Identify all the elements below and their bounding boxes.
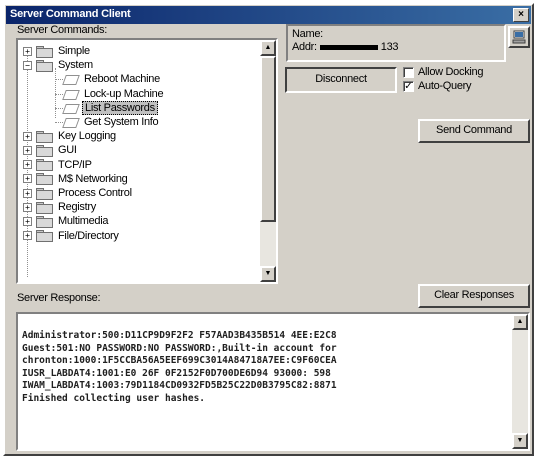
tree-item-label: Get System Info <box>84 116 159 128</box>
tree-folder-row[interactable]: + M$ Networking <box>23 172 129 186</box>
server-addr-label: Addr: <box>292 41 317 53</box>
server-address: Addr: 133 <box>292 41 399 53</box>
command-tree[interactable]: + Simple − System Reboot Machine Lock-up Mach… <box>16 38 278 284</box>
response-line: IUSR_LABDAT4:1001:E0 26F 0F2152F0D700DE6… <box>22 367 331 379</box>
folder-icon <box>36 201 53 214</box>
response-line: Guest:501:NO PASSWORD:NO PASSWORD:,Built… <box>22 342 337 354</box>
expand-icon[interactable]: + <box>23 202 32 212</box>
allow-docking-checkbox[interactable] <box>403 67 414 78</box>
command-icon <box>64 74 78 84</box>
tree-item-label: System <box>58 59 93 72</box>
expand-icon[interactable]: + <box>23 216 32 226</box>
tree-item-label: Reboot Machine <box>84 73 160 86</box>
expand-icon[interactable]: + <box>23 46 32 56</box>
folder-icon <box>36 59 53 72</box>
tree-command-row[interactable]: Lock-up Machine <box>55 87 165 101</box>
response-line: Administrator:500:D11CP9D9F2F2 F57AAD3B4… <box>22 330 337 341</box>
tree-item-label: M$ Networking <box>58 172 128 185</box>
server-response-box[interactable]: Administrator:500:D11CP9D9F2F2 F57AAD3B4… <box>16 312 530 451</box>
tree-connector <box>55 107 63 109</box>
expand-icon[interactable]: + <box>23 174 32 184</box>
folder-icon <box>36 187 53 200</box>
tree-command-row[interactable]: List Passwords <box>55 100 158 115</box>
scroll-up-button[interactable]: ▲ <box>260 40 276 56</box>
expand-icon[interactable]: + <box>23 145 32 155</box>
window-title: Server Command Client <box>10 8 131 20</box>
expand-icon[interactable]: + <box>23 231 32 241</box>
tree-folder-row[interactable]: + Simple <box>23 44 92 58</box>
redacted-block <box>319 44 378 50</box>
tree-folder-row[interactable]: + Key Logging <box>23 129 118 143</box>
server-name-label: Name: <box>292 28 323 40</box>
tree-item-label: GUI <box>58 144 77 157</box>
tree-folder-row[interactable]: + Process Control <box>23 186 134 200</box>
tree-folder-row[interactable]: − System <box>23 58 95 72</box>
tree-item-label: TCP/IP <box>58 158 92 171</box>
scroll-thumb[interactable] <box>260 56 276 222</box>
command-icon <box>64 117 78 127</box>
folder-icon <box>36 45 53 58</box>
response-line: chronton:1000:1F5CCBA56A5EEF699C3014A847… <box>22 355 337 366</box>
server-addr-suffix: 133 <box>380 41 399 53</box>
folder-icon <box>36 215 53 228</box>
response-scrollbar[interactable]: ▲ ▼ <box>512 314 528 449</box>
tree-item-label: Key Logging <box>58 130 116 143</box>
response-text: Administrator:500:D11CP9D9F2F2 F57AAD3B4… <box>22 330 508 405</box>
tree-folder-row[interactable]: + TCP/IP <box>23 158 94 172</box>
send-command-button[interactable]: Send Command <box>418 119 530 143</box>
response-line: IWAM_LABDAT4:1003:79D1184CD0932FD5B25C22… <box>22 380 337 391</box>
expand-icon[interactable]: + <box>23 160 32 170</box>
folder-icon <box>36 159 53 172</box>
tree-item-label: Registry <box>58 201 96 214</box>
tree-item-label: List Passwords <box>82 100 158 115</box>
scroll-up-button[interactable]: ▲ <box>512 314 528 330</box>
computer-icon <box>512 30 526 44</box>
tree-folder-row[interactable]: + Registry <box>23 200 98 214</box>
server-icon-button[interactable] <box>508 26 530 48</box>
expand-icon[interactable]: + <box>23 188 32 198</box>
tree-folder-row[interactable]: + File/Directory <box>23 229 121 243</box>
tree-folder-row[interactable]: + Multimedia <box>23 214 110 228</box>
tree-connector <box>55 93 63 95</box>
tree-item-label: Process Control <box>58 187 132 199</box>
auto-query-checkbox[interactable]: ✓ <box>403 81 414 92</box>
tree-command-row[interactable]: Reboot Machine <box>55 72 162 86</box>
folder-icon <box>36 230 53 243</box>
collapse-icon[interactable]: − <box>23 60 32 70</box>
scroll-down-button[interactable]: ▼ <box>512 433 528 449</box>
tree-item-label: Multimedia <box>58 215 109 228</box>
server-response-label: Server Response: <box>17 292 101 304</box>
command-icon <box>64 103 78 113</box>
auto-query-label: Auto-Query <box>418 80 472 92</box>
disconnect-button[interactable]: Disconnect <box>285 67 397 93</box>
tree-connector <box>55 79 63 81</box>
command-icon <box>64 89 78 99</box>
title-bar[interactable]: Server Command Client × <box>6 6 531 24</box>
allow-docking-label: Allow Docking <box>418 66 484 78</box>
close-button[interactable]: × <box>513 8 529 22</box>
tree-command-row[interactable]: Get System Info <box>55 115 160 129</box>
clear-responses-button[interactable]: Clear Responses <box>418 284 530 308</box>
response-line: Finished collecting user hashes. <box>22 392 206 404</box>
folder-icon <box>36 173 53 186</box>
folder-icon <box>36 144 53 157</box>
tree-scrollbar[interactable]: ▲ ▼ <box>260 40 276 282</box>
tree-connector <box>55 122 63 123</box>
scroll-down-button[interactable]: ▼ <box>260 266 276 282</box>
tree-item-label: Lock-up Machine <box>84 87 164 100</box>
tree-item-label: Simple <box>58 45 90 57</box>
expand-icon[interactable]: + <box>23 131 32 141</box>
tree-item-label: File/Directory <box>58 229 119 242</box>
server-commands-label: Server Commands: <box>17 24 107 36</box>
folder-icon <box>36 130 53 143</box>
tree-folder-row[interactable]: + GUI <box>23 143 79 157</box>
server-info-box: Name: Addr: 133 <box>286 24 506 62</box>
